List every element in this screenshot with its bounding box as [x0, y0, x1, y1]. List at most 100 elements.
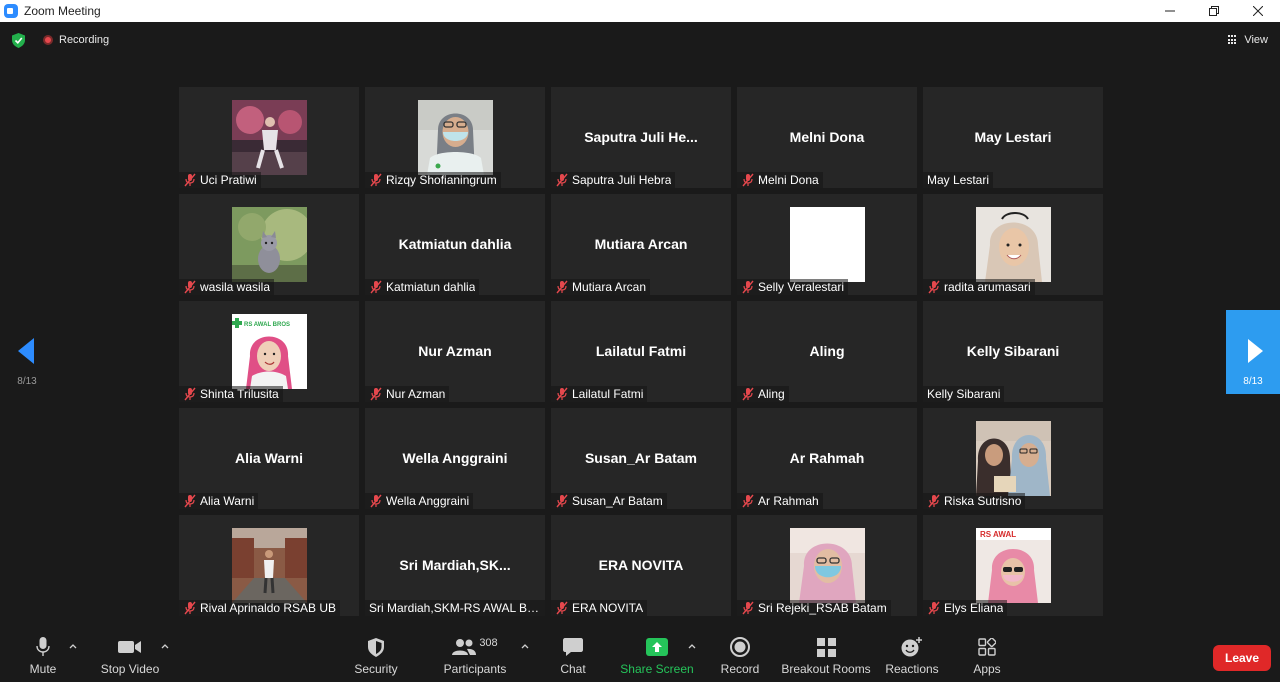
- participant-name: Ar Rahmah: [758, 494, 819, 508]
- participant-name: Saputra Juli Hebra: [572, 173, 672, 187]
- participant-tile[interactable]: Kelly Sibarani Kelly Sibarani: [923, 301, 1103, 402]
- participant-name: Susan_Ar Batam: [572, 494, 663, 508]
- participant-name-label: Kelly Sibarani: [923, 386, 1005, 402]
- participant-display-name: Ar Rahmah: [789, 450, 865, 466]
- participant-display-name: May Lestari: [974, 129, 1052, 145]
- svg-text:RS AWAL BROS: RS AWAL BROS: [244, 322, 290, 328]
- arrow-right-icon: [1248, 339, 1263, 363]
- muted-microphone-icon: [928, 280, 940, 294]
- restore-icon: [1209, 6, 1219, 16]
- share-screen-button[interactable]: Share Screen: [619, 628, 695, 682]
- participant-name-label: ERA NOVITA: [551, 600, 648, 616]
- participant-tile[interactable]: Sri Rejeki_RSAB Batam: [737, 515, 917, 616]
- participant-display-name: Saputra Juli He...: [584, 129, 698, 145]
- window-title: Zoom Meeting: [24, 4, 101, 18]
- participant-tile[interactable]: Lailatul Fatmi Lailatul Fatmi: [551, 301, 731, 402]
- participant-video: RS AWAL: [976, 528, 1051, 603]
- participant-video: [790, 528, 865, 603]
- muted-microphone-icon: [370, 280, 382, 294]
- participant-display-name: Wella Anggraini: [402, 450, 508, 466]
- participants-button[interactable]: 308 Participants: [442, 628, 508, 682]
- participant-name-label: wasila wasila: [179, 279, 275, 295]
- chat-button[interactable]: Chat: [553, 628, 593, 682]
- page-indicator-right: 8/13: [1243, 376, 1263, 387]
- participant-name: radita arumasari: [944, 280, 1031, 294]
- participant-tile[interactable]: Katmiatun dahlia Katmiatun dahlia: [365, 194, 545, 295]
- muted-microphone-icon: [184, 280, 196, 294]
- record-button[interactable]: Record: [716, 628, 764, 682]
- participant-name: Wella Anggraini: [386, 494, 470, 508]
- participant-tile[interactable]: Uci Pratiwi: [179, 87, 359, 188]
- muted-microphone-icon: [556, 387, 568, 401]
- participant-tile[interactable]: Riska Sutrisno: [923, 408, 1103, 509]
- participant-tile[interactable]: Mutiara Arcan Mutiara Arcan: [551, 194, 731, 295]
- chat-bubble-icon: [563, 637, 583, 656]
- participant-tile[interactable]: RS AWAL Elys Eliana: [923, 515, 1103, 616]
- view-button[interactable]: View: [1228, 34, 1268, 46]
- participant-tile[interactable]: Rizqy Shofianingrum: [365, 87, 545, 188]
- minimize-button[interactable]: [1148, 0, 1192, 22]
- participant-name: Katmiatun dahlia: [386, 280, 476, 294]
- participant-name-label: Rizqy Shofianingrum: [365, 172, 501, 188]
- mute-options-chevron-up-icon[interactable]: [69, 642, 77, 650]
- participant-name: Lailatul Fatmi: [572, 387, 644, 401]
- recording-indicator[interactable]: Recording: [43, 34, 109, 46]
- next-page-button[interactable]: 8/13: [1226, 310, 1280, 394]
- muted-microphone-icon: [928, 494, 940, 508]
- muted-microphone-icon: [556, 280, 568, 294]
- participant-tile[interactable]: wasila wasila: [179, 194, 359, 295]
- participant-video: [790, 207, 865, 282]
- previous-page-button[interactable]: 8/13: [0, 310, 54, 394]
- mute-button[interactable]: Mute: [26, 628, 60, 682]
- participant-name-label: Alia Warni: [179, 493, 259, 509]
- participant-tile[interactable]: Alia Warni Alia Warni: [179, 408, 359, 509]
- participant-tile[interactable]: Ar Rahmah Ar Rahmah: [737, 408, 917, 509]
- participant-tile[interactable]: Melni Dona Melni Dona: [737, 87, 917, 188]
- participant-name-label: Katmiatun dahlia: [365, 279, 480, 295]
- participant-name: Nur Azman: [386, 387, 446, 401]
- reactions-button[interactable]: Reactions: [884, 628, 940, 682]
- muted-microphone-icon: [742, 173, 754, 187]
- participants-options-chevron-up-icon[interactable]: [521, 642, 529, 650]
- participant-tile[interactable]: Nur Azman Nur Azman: [365, 301, 545, 402]
- participant-tile[interactable]: radita arumasari: [923, 194, 1103, 295]
- participant-display-name: Nur Azman: [418, 343, 492, 359]
- restore-button[interactable]: [1192, 0, 1236, 22]
- muted-microphone-icon: [742, 601, 754, 615]
- participant-video: RS AWAL BROS: [232, 314, 307, 389]
- encryption-shield-icon[interactable]: [12, 33, 25, 53]
- meeting-topbar: Recording View: [0, 22, 1280, 60]
- zoom-app-icon: [4, 4, 18, 18]
- participant-name-label: Shinta Trilusita: [179, 386, 283, 402]
- participant-name: Riska Sutrisno: [944, 494, 1022, 508]
- microphone-icon: [36, 637, 50, 656]
- participant-display-name: Susan_Ar Batam: [584, 450, 698, 466]
- breakout-rooms-button[interactable]: Breakout Rooms: [781, 628, 871, 682]
- share-options-chevron-up-icon[interactable]: [688, 642, 696, 650]
- participant-display-name: Kelly Sibarani: [966, 343, 1060, 359]
- security-button[interactable]: Security: [351, 628, 401, 682]
- participant-tile[interactable]: Sri Mardiah,SK... Sri Mardiah,SKM-RS AWAL…: [365, 515, 545, 616]
- participant-display-name: Aling: [809, 343, 845, 359]
- participant-tile[interactable]: RS AWAL BROS Shinta Trilusita: [179, 301, 359, 402]
- participant-tile[interactable]: Selly Veralestari: [737, 194, 917, 295]
- participant-name-label: Elys Eliana: [923, 600, 1008, 616]
- participant-tile[interactable]: ERA NOVITA ERA NOVITA: [551, 515, 731, 616]
- participant-display-name: Lailatul Fatmi: [595, 343, 687, 359]
- apps-button[interactable]: Apps: [968, 628, 1006, 682]
- muted-microphone-icon: [556, 494, 568, 508]
- participant-tile[interactable]: Aling Aling: [737, 301, 917, 402]
- page-indicator-left: 8/13: [17, 376, 37, 387]
- muted-microphone-icon: [184, 173, 196, 187]
- participant-tile[interactable]: May Lestari May Lestari: [923, 87, 1103, 188]
- leave-button[interactable]: Leave: [1213, 645, 1271, 671]
- participant-name-label: Mutiara Arcan: [551, 279, 651, 295]
- stop-video-button[interactable]: Stop Video: [100, 628, 160, 682]
- participant-tile[interactable]: Rival Aprinaldo RSAB UB: [179, 515, 359, 616]
- participant-tile[interactable]: Wella Anggraini Wella Anggraini: [365, 408, 545, 509]
- close-window-button[interactable]: [1236, 0, 1280, 22]
- participant-display-name: Alia Warni: [235, 450, 303, 466]
- video-options-chevron-up-icon[interactable]: [161, 642, 169, 650]
- participant-tile[interactable]: Susan_Ar Batam Susan_Ar Batam: [551, 408, 731, 509]
- participant-tile[interactable]: Saputra Juli He... Saputra Juli Hebra: [551, 87, 731, 188]
